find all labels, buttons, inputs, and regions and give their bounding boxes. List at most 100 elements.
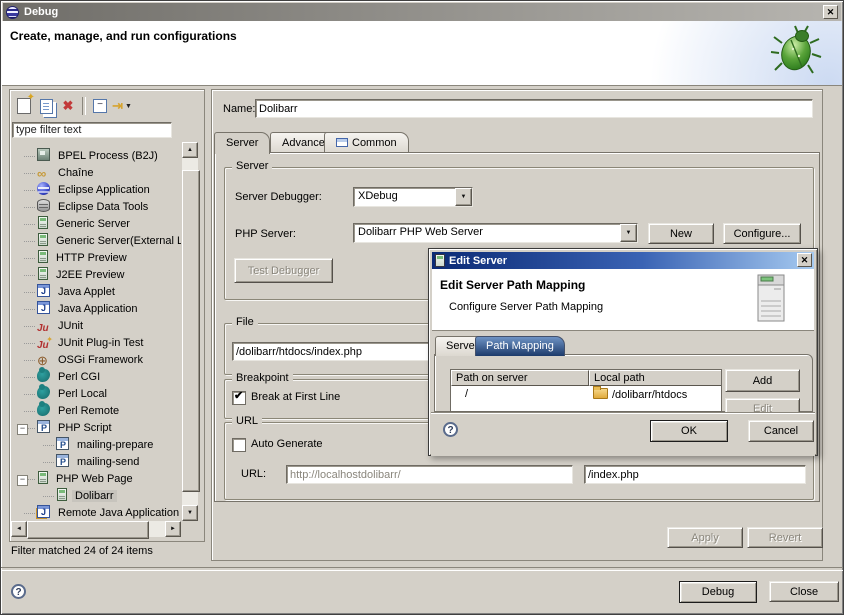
dialog-button-bar: ? OK Cancel <box>431 412 815 456</box>
cell-local-path[interactable]: /dolibarr/htdocs <box>589 387 722 403</box>
php-server-label: PHP Server: <box>235 228 296 240</box>
tree-item-remote-java-application[interactable]: Remote Java Application <box>11 505 181 521</box>
name-input[interactable] <box>255 99 813 118</box>
checkmark-icon: ✔ <box>234 389 243 402</box>
tree-item-perl-remote[interactable]: Perl Remote <box>11 403 181 420</box>
tree-item-bpel-process-b2j[interactable]: BPEL Process (B2J) <box>11 148 181 165</box>
tree-item-label: Generic Server(External La <box>53 235 181 247</box>
page-title: Create, manage, and run configurations <box>10 29 237 43</box>
tree-item-osgi-framework[interactable]: OSGi Framework <box>11 352 181 369</box>
delete-configuration-button[interactable]: ✖ <box>57 96 79 117</box>
dialog-help-icon[interactable]: ? <box>443 422 458 437</box>
php-server-dropdown-icon[interactable]: ▼ <box>620 224 637 242</box>
url-base-input[interactable] <box>286 465 573 484</box>
tree-item-dolibarr[interactable]: Dolibarr <box>11 488 181 505</box>
debug-button[interactable]: Debug <box>679 581 757 603</box>
tree-item-label: HTTP Preview <box>53 252 130 264</box>
header-banner: Create, manage, and run configurations <box>2 21 842 86</box>
tree-item-label: Java Application <box>55 303 141 315</box>
tree-item-j2ee-preview[interactable]: J2EE Preview <box>11 267 181 284</box>
tree-item-label: PHP Web Page <box>53 473 136 485</box>
tree-item-label: JUnit <box>55 320 86 332</box>
cancel-button[interactable]: Cancel <box>748 420 814 442</box>
configurations-sidebar: ✖ − ⇥▼ BPEL Process (B2J)ChaîneEclipse A… <box>9 89 205 542</box>
tree-item-generic-server-external-la[interactable]: Generic Server(External La <box>11 233 181 250</box>
test-debugger-button[interactable]: Test Debugger <box>234 258 333 283</box>
tree-scroll-down-icon[interactable]: ▼ <box>182 505 198 521</box>
tree-item-perl-cgi[interactable]: Perl CGI <box>11 369 181 386</box>
tree-item-label: PHP Script <box>55 422 115 434</box>
duplicate-configuration-button[interactable] <box>35 96 57 117</box>
server-debugger-dropdown-icon[interactable]: ▼ <box>455 188 472 206</box>
tree-item-junit[interactable]: JUnit <box>11 318 181 335</box>
window-close-icon[interactable]: ✕ <box>823 5 838 19</box>
filter-configurations-button[interactable]: ⇥▼ <box>111 96 133 117</box>
duplicate-icon <box>40 99 53 114</box>
tab-common[interactable]: Common <box>324 132 409 153</box>
dialog-header: Edit Server Path Mapping Configure Serve… <box>432 269 814 331</box>
edit-server-dialog: Edit Server ✕ Edit Server Path Mapping C… <box>428 248 818 456</box>
server-debugger-label: Server Debugger: <box>235 191 322 203</box>
server-debugger-combo[interactable]: XDebug ▼ <box>353 187 473 207</box>
eclipse-icon <box>37 182 50 195</box>
add-mapping-button[interactable]: Add <box>725 369 800 392</box>
tree-item-php-script[interactable]: − PHP Script <box>11 420 181 437</box>
filter-input[interactable] <box>12 122 172 138</box>
auto-generate-checkbox[interactable]: ✔ <box>232 438 246 452</box>
dialog-tab-path-mapping[interactable]: Path Mapping <box>475 336 565 356</box>
tree-vscroll-thumb[interactable] <box>182 170 200 492</box>
tree-item-mailing-send[interactable]: mailing-send <box>11 454 181 471</box>
new-configuration-button[interactable] <box>13 96 35 117</box>
tree-scroll-right-icon[interactable]: ► <box>165 521 181 537</box>
tree-item-label: Eclipse Data Tools <box>55 201 151 213</box>
debug-configurations-window: Debug ✕ Create, manage, and run configur… <box>0 0 844 615</box>
tree-item-eclipse-application[interactable]: Eclipse Application <box>11 182 181 199</box>
file-group-legend: File <box>232 316 258 328</box>
toolbar-separator <box>82 97 86 115</box>
tree-item-php-web-page[interactable]: − PHP Web Page <box>11 471 181 488</box>
close-button[interactable]: Close <box>769 581 839 602</box>
table-icon <box>336 138 348 147</box>
java-icon <box>37 301 50 314</box>
collapse-all-icon: − <box>93 99 107 113</box>
tree-item-http-preview[interactable]: HTTP Preview <box>11 250 181 267</box>
perl-icon <box>37 403 50 416</box>
cell-path-on-server[interactable]: / <box>451 387 589 403</box>
break-first-line-checkbox[interactable]: ✔ <box>232 391 246 405</box>
tree-item-java-applet[interactable]: Java Applet <box>11 284 181 301</box>
url-path-input[interactable] <box>584 465 806 484</box>
collapse-toggle-icon[interactable]: − <box>17 475 28 486</box>
column-header-local-path[interactable]: Local path <box>589 370 722 386</box>
revert-button[interactable]: Revert <box>747 527 823 548</box>
dialog-close-icon[interactable]: ✕ <box>797 253 812 267</box>
apply-button[interactable]: Apply <box>667 527 743 548</box>
php-server-combo[interactable]: Dolibarr PHP Web Server ▼ <box>353 223 638 243</box>
tree-item-java-application[interactable]: Java Application <box>11 301 181 318</box>
filter-icon: ⇥ <box>112 98 123 114</box>
bpel-icon <box>37 148 50 161</box>
tree-scroll-up-icon[interactable]: ▲ <box>182 142 198 158</box>
tree-hscroll-thumb[interactable] <box>27 521 149 539</box>
new-server-button[interactable]: New <box>648 223 714 244</box>
collapse-all-button[interactable]: − <box>89 96 111 117</box>
tree-item-junit-plug-in-test[interactable]: JUnit Plug-in Test <box>11 335 181 352</box>
collapse-toggle-icon[interactable]: − <box>17 424 28 435</box>
dialog-titlebar[interactable]: Edit Server ✕ <box>432 252 814 269</box>
column-header-path-on-server[interactable]: Path on server <box>451 370 589 386</box>
dialog-tab-server-label: Server <box>446 340 478 352</box>
ok-button[interactable]: OK <box>650 420 728 442</box>
help-icon[interactable]: ? <box>11 584 26 599</box>
tree-item-generic-server[interactable]: Generic Server <box>11 216 181 233</box>
name-label: Name: <box>223 103 255 115</box>
configure-server-button[interactable]: Configure... <box>723 223 801 244</box>
tree-item-cha-ne[interactable]: Chaîne <box>11 165 181 182</box>
tab-server[interactable]: Server <box>214 132 270 154</box>
tree-item-eclipse-data-tools[interactable]: Eclipse Data Tools <box>11 199 181 216</box>
path-mapping-table[interactable]: Path on server Local path //dolibarr/htd… <box>450 369 722 412</box>
tree-item-mailing-prepare[interactable]: mailing-prepare <box>11 437 181 454</box>
server-tower-icon <box>754 273 788 325</box>
tree-scroll-left-icon[interactable]: ◄ <box>11 521 27 537</box>
window-titlebar[interactable]: Debug ✕ <box>3 3 841 21</box>
tree-item-perl-local[interactable]: Perl Local <box>11 386 181 403</box>
tree-item-label: Remote Java Application <box>55 507 181 519</box>
